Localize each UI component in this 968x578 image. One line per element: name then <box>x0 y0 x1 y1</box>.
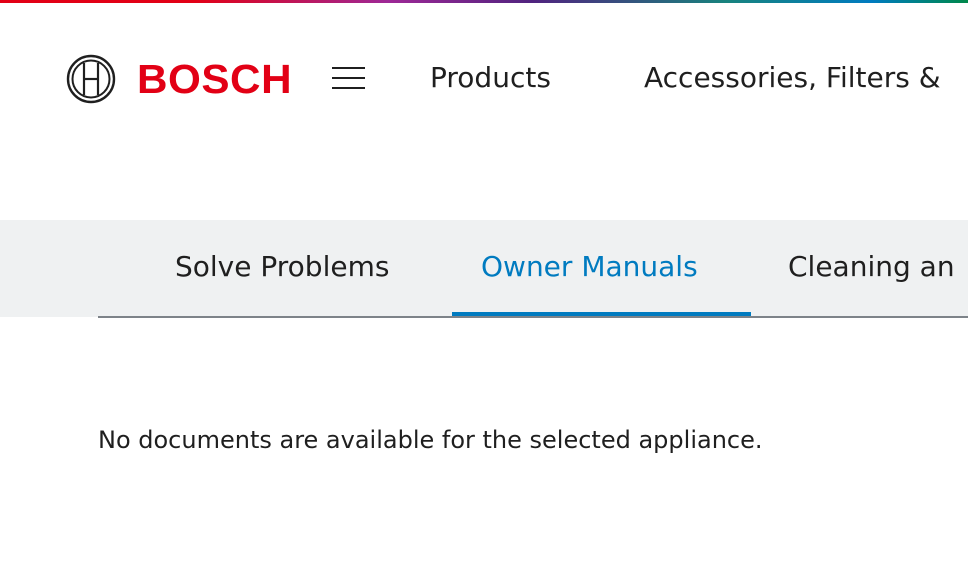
bosch-logo-icon[interactable] <box>66 54 116 104</box>
tab-owner-manuals[interactable]: Owner Manuals <box>481 249 698 285</box>
nav-accessories-link[interactable]: Accessories, Filters & <box>644 60 941 96</box>
hamburger-menu-icon[interactable] <box>326 59 370 97</box>
nav-products-link[interactable]: Products <box>430 60 551 96</box>
tab-bar: Solve Problems Owner Manuals Cleaning an <box>0 220 968 317</box>
tab-divider <box>98 316 968 318</box>
tab-cleaning[interactable]: Cleaning an <box>788 249 955 285</box>
tab-solve-problems[interactable]: Solve Problems <box>175 249 389 285</box>
brand-logo-text[interactable]: BOSCH <box>137 57 292 101</box>
page: BOSCH Products Accessories, Filters & So… <box>0 0 968 578</box>
no-documents-message: No documents are available for the selec… <box>98 426 763 454</box>
site-header: BOSCH Products Accessories, Filters & <box>0 3 968 153</box>
